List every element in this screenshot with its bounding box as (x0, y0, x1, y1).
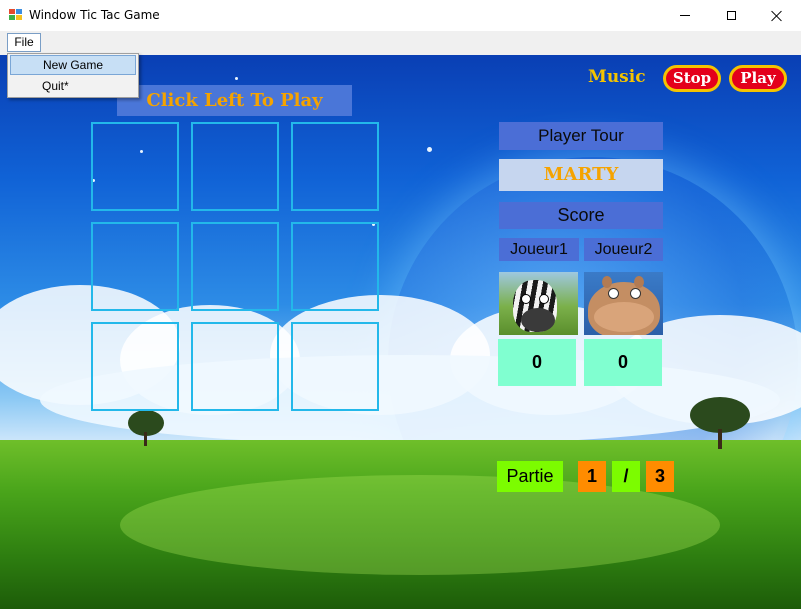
round-current: 1 (578, 461, 606, 492)
stop-music-button[interactable]: Stop (663, 65, 721, 92)
board-cell-0-0[interactable] (91, 122, 179, 211)
window-title: Window Tic Tac Game (29, 8, 160, 22)
player1-label: Joueur1 (499, 238, 579, 261)
app-icon (9, 9, 22, 21)
round-separator: / (612, 461, 640, 492)
star-decoration (235, 77, 238, 80)
play-music-button[interactable]: Play (729, 65, 787, 92)
minimize-button[interactable] (662, 0, 708, 31)
board-cell-2-0[interactable] (91, 322, 179, 411)
close-icon (771, 10, 783, 22)
player2-label: Joueur2 (584, 238, 663, 261)
menu-bar: File (0, 31, 801, 55)
close-button[interactable] (754, 0, 800, 31)
player2-score: 0 (584, 339, 662, 386)
board-cell-0-2[interactable] (291, 122, 379, 211)
board-cell-1-2[interactable] (291, 222, 379, 311)
board-cell-1-1[interactable] (191, 222, 279, 311)
hippo-avatar (584, 272, 663, 335)
board-cell-2-1[interactable] (191, 322, 279, 411)
current-player-name: MARTY (499, 159, 663, 191)
player1-score: 0 (498, 339, 576, 386)
music-label: Music (588, 67, 646, 87)
menu-item-quit[interactable]: Quit* (10, 76, 136, 96)
title-bar: Window Tic Tac Game (0, 0, 801, 32)
maximize-icon (726, 11, 736, 20)
board-cell-0-1[interactable] (191, 122, 279, 211)
zebra-avatar (499, 272, 578, 335)
player-tour-label: Player Tour (499, 122, 663, 150)
click-to-play-label: Click Left To Play (117, 85, 352, 116)
file-dropdown-menu: New Game Quit* (7, 53, 139, 98)
menu-item-new-game[interactable]: New Game (10, 55, 136, 75)
minimize-icon (680, 15, 690, 16)
score-label: Score (499, 202, 663, 229)
menu-file[interactable]: File (7, 33, 41, 52)
board-cell-2-2[interactable] (291, 322, 379, 411)
maximize-button[interactable] (708, 0, 754, 31)
round-total: 3 (646, 461, 674, 492)
round-label: Partie (497, 461, 563, 492)
star-decoration (427, 147, 432, 152)
board-cell-1-0[interactable] (91, 222, 179, 311)
